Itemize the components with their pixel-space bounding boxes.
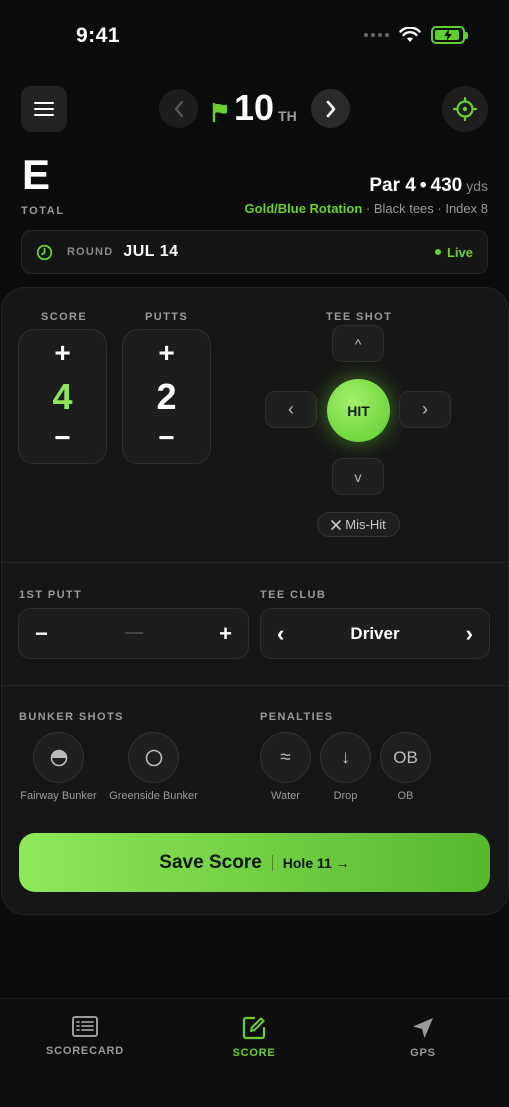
tee-shot-hit-button[interactable]: HIT xyxy=(327,379,390,442)
round-label: ROUND xyxy=(67,246,114,258)
first-putt-increment-button[interactable]: + xyxy=(219,621,232,647)
round-bar[interactable]: ROUND JUL 14 Live xyxy=(21,230,488,274)
section-divider xyxy=(1,685,509,686)
wifi-icon xyxy=(399,27,421,42)
edit-icon xyxy=(242,1016,266,1040)
tee-shot-right-button[interactable]: › xyxy=(399,391,451,428)
live-label: Live xyxy=(446,244,473,260)
save-score-button[interactable]: Save Score Hole 11 → xyxy=(19,833,490,892)
first-putt-decrement-button[interactable]: − xyxy=(35,621,48,647)
clock-icon xyxy=(36,244,53,260)
navigation-arrow-icon xyxy=(413,1018,433,1038)
tab-gps-label: GPS xyxy=(410,1047,436,1059)
ob-penalty-button[interactable]: OB xyxy=(380,732,431,783)
live-status: Live xyxy=(434,244,473,260)
score-increment-button[interactable]: + xyxy=(19,338,106,368)
score-value: 4 xyxy=(52,376,73,417)
tee-club-prev-button[interactable]: ‹ xyxy=(277,621,284,647)
section-divider xyxy=(1,562,509,563)
hole-suffix: TH xyxy=(278,108,297,124)
scorecard-icon xyxy=(72,1016,98,1037)
tab-gps[interactable]: GPS xyxy=(363,1015,483,1059)
score-decrement-button[interactable]: − xyxy=(19,423,106,453)
mishit-label: Mis-Hit xyxy=(345,517,386,532)
half-circle-icon xyxy=(50,749,67,766)
crosshair-icon xyxy=(453,97,477,121)
round-date: JUL 14 xyxy=(123,243,179,260)
tab-scorecard[interactable]: SCORECARD xyxy=(25,1015,145,1057)
yardage-value: 430 xyxy=(430,175,463,196)
chevron-right-icon xyxy=(326,100,335,117)
total-score: E xyxy=(22,151,51,198)
greenside-bunker-button[interactable] xyxy=(128,732,179,783)
next-hole-button[interactable] xyxy=(311,89,350,128)
status-icons xyxy=(364,26,468,44)
tee-club-next-button[interactable]: › xyxy=(466,621,473,647)
first-putt-value xyxy=(48,625,219,643)
close-icon xyxy=(331,519,342,530)
par-value: Par 4 xyxy=(369,175,416,196)
total-label: TOTAL xyxy=(21,205,65,217)
locate-button[interactable] xyxy=(442,86,488,132)
empty-value-dash xyxy=(124,632,143,635)
tee-shot-long-button[interactable]: ^ xyxy=(332,325,384,362)
flag-icon xyxy=(212,102,227,122)
fairway-bunker-button[interactable] xyxy=(33,732,84,783)
ob-label: OB xyxy=(397,790,414,802)
tab-score-label: SCORE xyxy=(232,1047,276,1059)
save-separator xyxy=(271,854,273,871)
par-separator: • xyxy=(419,175,427,196)
previous-hole-button[interactable] xyxy=(159,89,198,128)
tees-info: · Black tees · Index 8 xyxy=(362,201,488,216)
battery-icon xyxy=(431,26,468,44)
save-score-label: Save Score xyxy=(159,851,262,873)
fairway-bunker-label: Fairway Bunker xyxy=(20,790,97,802)
tee-shot-label: TEE SHOT xyxy=(326,311,393,323)
tab-scorecard-label: SCORECARD xyxy=(45,1045,125,1057)
signal-icon xyxy=(364,33,389,37)
greenside-bunker-label: Greenside Bunker xyxy=(109,790,198,802)
score-label: SCORE xyxy=(41,311,88,323)
hamburger-icon xyxy=(34,102,54,104)
putts-increment-button[interactable]: + xyxy=(123,338,210,368)
par-line: Par 4 • 430 yds xyxy=(369,175,488,197)
rotation-label: Gold/Blue Rotation xyxy=(244,201,363,216)
tee-shot-short-button[interactable]: v xyxy=(332,458,384,495)
chevron-left-icon xyxy=(174,100,183,117)
water-penalty-button[interactable]: ≈ xyxy=(260,732,311,783)
circle-icon xyxy=(145,749,162,766)
hole-number: 10 xyxy=(234,87,275,128)
hole-indicator: 10 TH xyxy=(212,88,297,128)
putts-label: PUTTS xyxy=(145,311,189,323)
score-stepper: + 4 − xyxy=(18,329,107,464)
tab-score[interactable]: SCORE xyxy=(194,1015,314,1059)
menu-button[interactable] xyxy=(21,86,67,132)
penalties-label: PENALTIES xyxy=(260,711,334,723)
yardage-unit: yds xyxy=(466,178,488,194)
next-hole-label: Hole 11 → xyxy=(282,854,350,871)
putts-value: 2 xyxy=(156,376,177,417)
tee-club-label: TEE CLUB xyxy=(260,589,327,601)
mishit-button[interactable]: Mis-Hit xyxy=(317,512,400,537)
first-putt-label: 1ST PUTT xyxy=(19,589,83,601)
water-label: Water xyxy=(271,790,300,802)
tee-shot-left-button[interactable]: ‹ xyxy=(265,391,317,428)
drop-label: Drop xyxy=(333,790,358,802)
hole-meta: Gold/Blue Rotation · Black tees · Index … xyxy=(245,201,488,216)
putts-stepper: + 2 − xyxy=(122,329,211,464)
tee-club-selector: ‹ Driver › xyxy=(260,608,490,659)
drop-penalty-button[interactable]: ↓ xyxy=(320,732,371,783)
putts-decrement-button[interactable]: − xyxy=(123,423,210,453)
live-dot-icon xyxy=(434,249,441,255)
first-putt-control: − + xyxy=(18,608,249,659)
status-time: 9:41 xyxy=(76,24,121,47)
tee-club-value: Driver xyxy=(350,623,400,643)
tab-bar: SCORECARD SCORE GPS xyxy=(0,998,509,1107)
bunker-shots-label: BUNKER SHOTS xyxy=(19,711,124,723)
